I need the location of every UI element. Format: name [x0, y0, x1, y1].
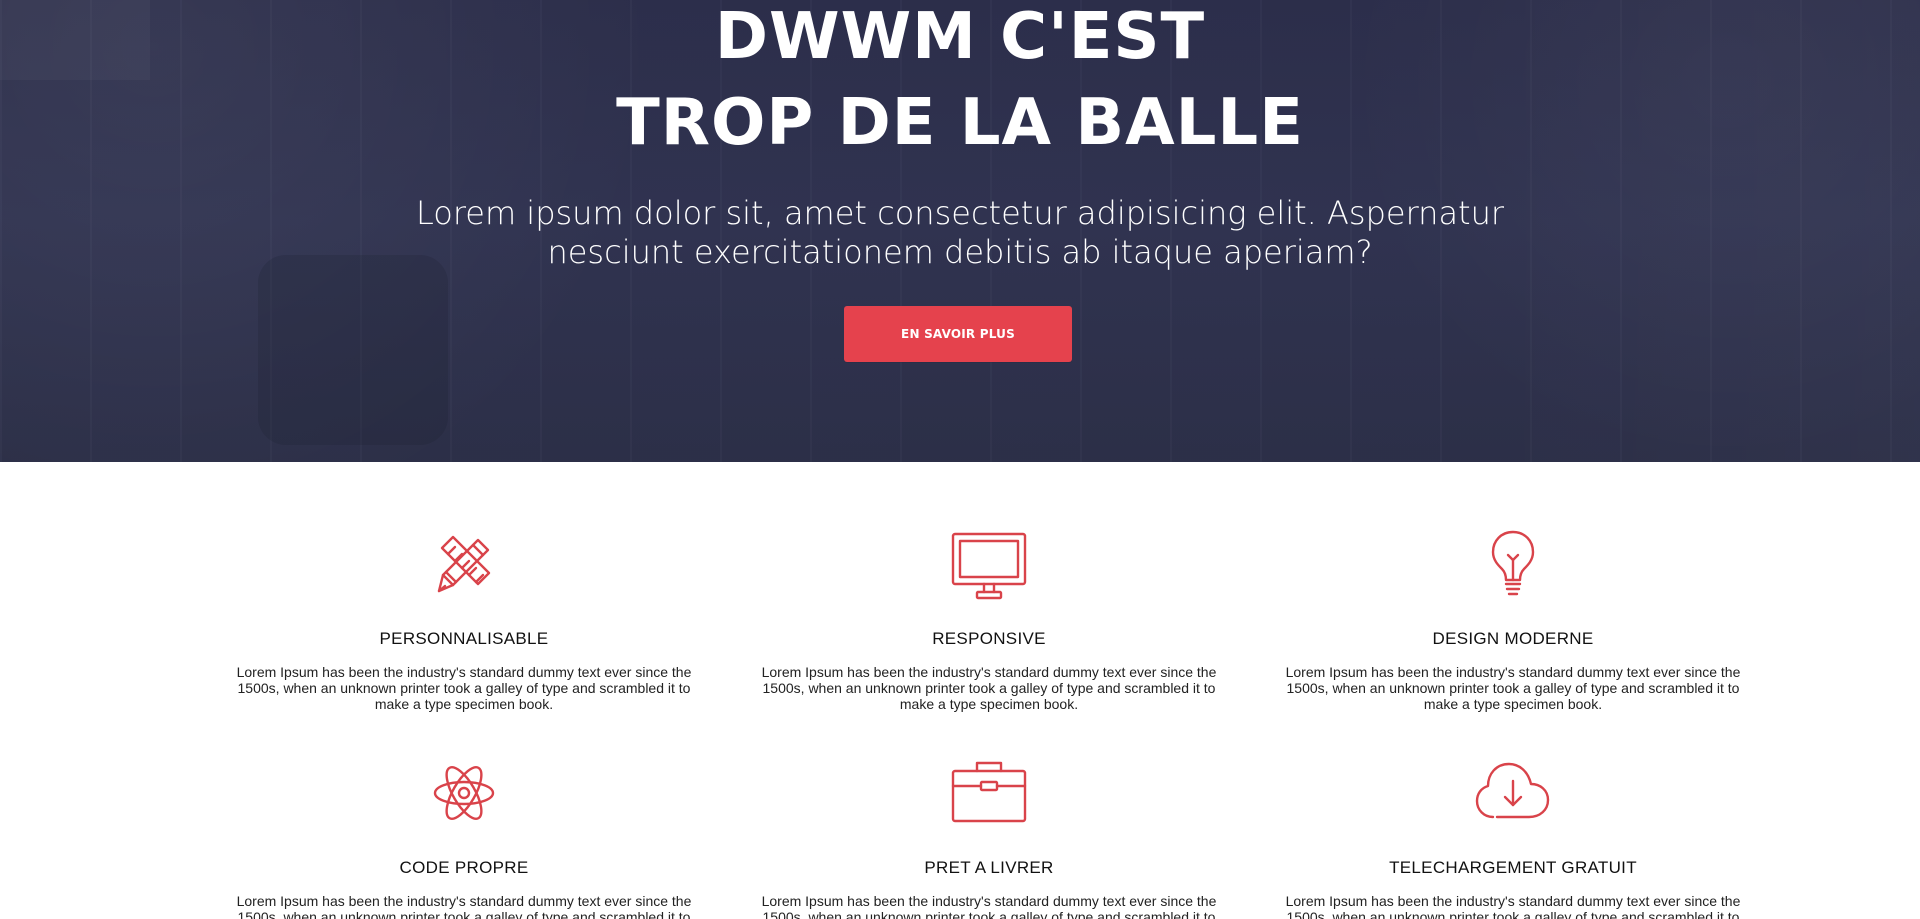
feature-description: Lorem Ipsum has been the industry's stan…	[761, 664, 1217, 712]
learn-more-button[interactable]: EN SAVOIR PLUS	[844, 306, 1072, 362]
feature-title: DESIGN MODERNE	[1432, 629, 1594, 648]
briefcase-icon	[949, 753, 1029, 833]
hero-section: DWWM C'EST TROP DE LA BALLE Lorem ipsum …	[0, 0, 1920, 462]
feature-description: Lorem Ipsum has been the industry's stan…	[1285, 893, 1741, 919]
feature-card-design-moderne: DESIGN MODERNE Lorem Ipsum has been the …	[1273, 524, 1753, 712]
feature-card-pret-a-livrer: PRET A LIVRER Lorem Ipsum has been the i…	[749, 753, 1229, 919]
feature-card-personnalisable: PERSONNALISABLE Lorem Ipsum has been the…	[224, 524, 704, 712]
feature-title: PERSONNALISABLE	[379, 629, 549, 648]
hero-title-line-2: TROP DE LA BALLE	[616, 86, 1304, 160]
feature-title: TELECHARGEMENT GRATUIT	[1389, 858, 1637, 877]
hero-background-shape	[258, 255, 448, 445]
feature-card-code-propre: CODE PROPRE Lorem Ipsum has been the ind…	[224, 753, 704, 919]
feature-title: CODE PROPRE	[399, 858, 529, 877]
feature-card-telechargement-gratuit: TELECHARGEMENT GRATUIT Lorem Ipsum has b…	[1273, 753, 1753, 919]
feature-description: Lorem Ipsum has been the industry's stan…	[236, 893, 692, 919]
feature-title: RESPONSIVE	[932, 629, 1046, 648]
feature-description: Lorem Ipsum has been the industry's stan…	[761, 893, 1217, 919]
atom-icon	[424, 753, 504, 833]
features-section: PERSONNALISABLE Lorem Ipsum has been the…	[0, 462, 1920, 919]
lightbulb-icon	[1473, 524, 1553, 604]
feature-title: PRET A LIVRER	[924, 858, 1054, 877]
landing-page: DWWM C'EST TROP DE LA BALLE Lorem ipsum …	[0, 0, 1920, 919]
hero-subtitle: Lorem ipsum dolor sit, amet consectetur …	[415, 194, 1505, 271]
hero-title: DWWM C'EST TROP DE LA BALLE	[0, 0, 1920, 166]
hero-title-line-1: DWWM C'EST	[714, 0, 1206, 74]
monitor-icon	[949, 524, 1029, 604]
cloud-download-icon	[1473, 753, 1553, 833]
feature-description: Lorem Ipsum has been the industry's stan…	[236, 664, 692, 712]
pencil-ruler-icon	[424, 524, 504, 604]
feature-description: Lorem Ipsum has been the industry's stan…	[1285, 664, 1741, 712]
feature-card-responsive: RESPONSIVE Lorem Ipsum has been the indu…	[749, 524, 1229, 712]
